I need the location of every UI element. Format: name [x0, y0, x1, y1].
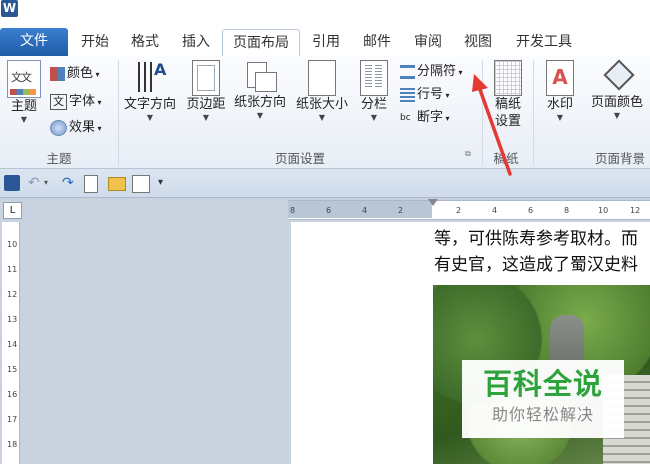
- redo-icon[interactable]: ↷: [62, 175, 78, 191]
- document-text-line[interactable]: 有史官，这造成了蜀汉史料: [434, 250, 638, 275]
- tab-view[interactable]: 视图: [457, 29, 499, 56]
- watermark-subtitle: 助你轻松解决: [491, 405, 594, 424]
- chevron-down-icon: ▼: [370, 113, 378, 122]
- undo-dropdown-icon[interactable]: ▾: [44, 175, 60, 191]
- save-icon[interactable]: [4, 175, 20, 191]
- page-color-button[interactable]: 页面颜色 ▼: [584, 59, 650, 121]
- chevron-down-icon: ▼: [256, 111, 264, 120]
- ribbon-tab-row: 文件 开始 格式 插入 页面布局 引用 邮件 审阅 视图 开发工具: [0, 26, 650, 58]
- title-bar: W: [0, 0, 650, 26]
- themes-group-label: 主题: [46, 151, 72, 166]
- themes-icon: 文文: [7, 60, 41, 98]
- themes-button[interactable]: 文文 主题 ▼: [4, 60, 44, 125]
- breaks-button[interactable]: 分隔符 ▾: [400, 62, 463, 82]
- word-app-icon[interactable]: W: [1, 0, 18, 17]
- hyphenation-button[interactable]: bc 断字 ▾: [400, 108, 450, 128]
- effects-icon: [50, 119, 67, 136]
- watermark-title: 百科全说: [482, 367, 603, 401]
- chevron-down-icon: ▼: [146, 113, 154, 122]
- quick-access-toolbar: ↶ ▾ ↷ ▾: [0, 169, 650, 198]
- tab-references[interactable]: 引用: [305, 29, 347, 56]
- chevron-down-icon: ▼: [318, 113, 326, 122]
- columns-button[interactable]: 分栏 ▼: [354, 60, 394, 123]
- orientation-icon: [245, 60, 277, 94]
- palette-icon: [50, 66, 65, 81]
- font-icon: 文: [50, 93, 67, 110]
- size-button[interactable]: 纸张大小 ▼: [292, 60, 352, 123]
- page-background-group-label: 页面背景: [594, 151, 645, 166]
- columns-icon: [360, 60, 388, 96]
- margins-button[interactable]: 页边距 ▼: [182, 60, 230, 123]
- tab-page-layout[interactable]: 页面布局: [222, 29, 300, 58]
- watermark-button[interactable]: A 水印 ▼: [538, 60, 582, 123]
- line-numbers-button[interactable]: 行号 ▾: [400, 85, 450, 105]
- paper-size-icon: [308, 60, 336, 96]
- vertical-ruler[interactable]: 10 11 12 13 14 15 16 17 18: [2, 222, 20, 464]
- edit-document-icon[interactable]: [132, 175, 150, 193]
- tab-insert[interactable]: 插入: [175, 29, 217, 56]
- theme-effects-button[interactable]: 效果 ▾: [50, 118, 102, 138]
- undo-icon[interactable]: ↶: [28, 175, 44, 191]
- text-direction-button[interactable]: A 文字方向 ▼: [120, 60, 180, 123]
- customize-toolbar-icon[interactable]: ▾: [158, 175, 174, 191]
- tab-home[interactable]: 开始: [74, 29, 116, 56]
- annotation-arrow-icon: [472, 74, 512, 176]
- paint-bucket-icon: [603, 59, 635, 94]
- new-document-icon[interactable]: [84, 175, 98, 193]
- site-watermark: 百科全说 助你轻松解决: [462, 360, 624, 438]
- chevron-down-icon: ▼: [202, 113, 210, 122]
- watermark-icon: A: [546, 60, 574, 96]
- tab-format[interactable]: 格式: [124, 29, 166, 56]
- document-text-line[interactable]: 等，可供陈寿参考取材。而: [434, 224, 638, 249]
- theme-fonts-button[interactable]: 文字体 ▾: [50, 92, 102, 112]
- first-line-indent-marker[interactable]: [428, 199, 438, 206]
- text-direction-icon: A: [134, 60, 166, 96]
- tab-selector[interactable]: L: [3, 202, 22, 219]
- ruler-numbers: 8 6 4 2 2 4 6 8 10 12: [290, 206, 641, 215]
- open-folder-icon[interactable]: [108, 177, 126, 191]
- page-setup-group-label: 页面设置: [274, 151, 325, 166]
- hyphenation-icon: bc: [400, 112, 411, 123]
- margins-icon: [192, 60, 220, 96]
- chevron-down-icon: ▼: [556, 113, 564, 122]
- tab-review[interactable]: 审阅: [407, 29, 449, 56]
- orientation-button[interactable]: 纸张方向 ▼: [230, 60, 290, 121]
- theme-colors-button[interactable]: 颜色 ▾: [50, 64, 100, 84]
- chevron-down-icon: ▼: [20, 115, 28, 124]
- tab-developer[interactable]: 开发工具: [508, 29, 580, 56]
- tab-file[interactable]: 文件: [0, 28, 68, 56]
- chevron-down-icon: ▼: [613, 111, 621, 120]
- line-numbers-icon: [400, 87, 415, 102]
- breaks-icon: [400, 64, 415, 79]
- ribbon: 文文 主题 ▼ 颜色 ▾ 文字体 ▾ 效果 ▾ 主题 A 文字方向 ▼ 页边距 …: [0, 56, 650, 169]
- tab-mailings[interactable]: 邮件: [356, 29, 398, 56]
